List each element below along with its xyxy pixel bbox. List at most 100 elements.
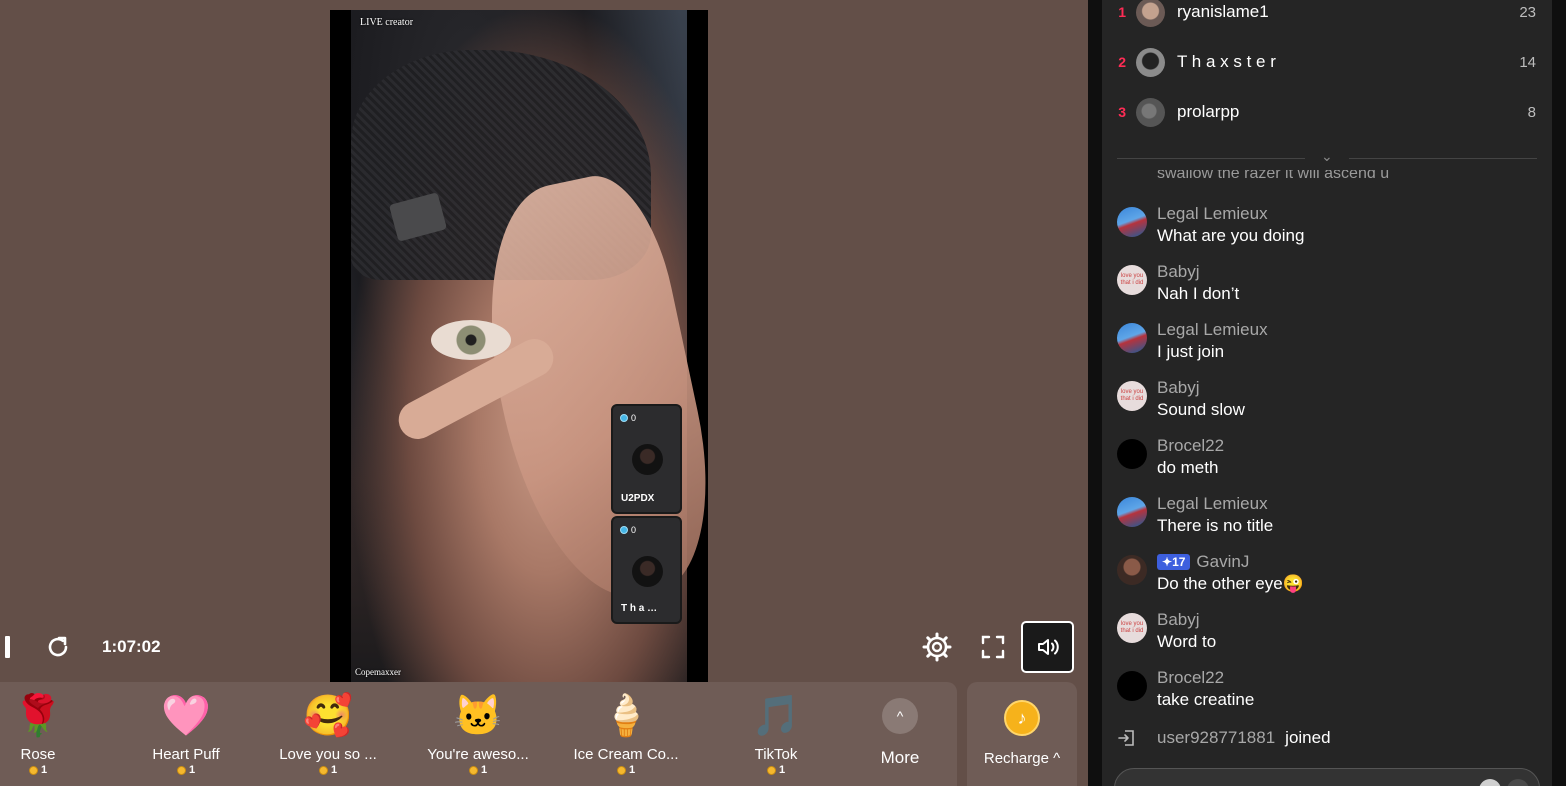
gift-rose[interactable]: 🌹 Rose 1 <box>0 690 103 776</box>
leaderboard-row[interactable]: 1 ryanislame1 23 <box>1102 0 1552 30</box>
chat-username-text: GavinJ <box>1196 552 1250 571</box>
avatar[interactable]: love you that i did <box>1117 265 1147 295</box>
gift-name: Heart Puff <box>152 746 220 763</box>
rank-username: prolarpp <box>1177 102 1240 121</box>
rank-number: 1 <box>1118 4 1126 20</box>
love-you-gift-icon: 🥰 <box>303 694 353 738</box>
gift-price: 1 <box>121 764 251 776</box>
coin-icon <box>616 765 626 775</box>
gift-price-value: 1 <box>188 764 196 776</box>
emoji-icon[interactable] <box>1479 779 1501 786</box>
guest-name: U2PDX <box>621 493 655 504</box>
more-label: More <box>880 748 920 767</box>
rank-score: 8 <box>1527 103 1536 121</box>
live-video[interactable]: LIVE creator Copemaxxer 0 U2PDX 0 T h a … <box>330 10 708 682</box>
chat-message-text: What are you doing <box>1157 226 1305 245</box>
leaderboard-divider: ⌄ <box>1117 148 1537 168</box>
avatar <box>1136 97 1165 127</box>
gift-price-value: 1 <box>480 764 488 776</box>
chat-message: love you that i did Babyj Nah I don’t <box>1117 262 1537 308</box>
comment-input[interactable] <box>1114 768 1540 786</box>
guest-score: 0 <box>620 413 636 423</box>
rank-number: 2 <box>1118 54 1126 70</box>
more-gifts-button[interactable]: ^ More <box>860 698 940 768</box>
chat-username[interactable]: Brocel22 <box>1157 436 1224 456</box>
chat-username[interactable]: Babyj <box>1157 610 1200 630</box>
gift-price-value: 1 <box>330 764 338 776</box>
send-icon[interactable] <box>1507 779 1529 786</box>
avatar[interactable] <box>1117 323 1147 353</box>
tiktok-coin-icon: ♪ <box>1004 700 1040 736</box>
gift-name: Ice Cream Co... <box>573 746 679 763</box>
join-label: joined <box>1285 728 1331 747</box>
chat-message: Legal Lemieux There is no title <box>1117 494 1537 540</box>
gift-price: 1 <box>0 764 103 776</box>
guest-score: 0 <box>620 525 636 535</box>
avatar[interactable] <box>1117 671 1147 701</box>
rose-gift-icon: 🌹 <box>13 694 63 738</box>
avatar[interactable]: love you that i did <box>1117 381 1147 411</box>
avatar <box>1136 47 1165 77</box>
chat-panel: 1 ryanislame1 23 2 T h a x s t e r 14 3 … <box>1102 0 1552 786</box>
stage: LIVE creator Copemaxxer 0 U2PDX 0 T h a … <box>0 0 1088 786</box>
chat-username[interactable]: Babyj <box>1157 262 1200 282</box>
double-chevron-down-icon[interactable]: ⌄ <box>1321 148 1333 165</box>
rank-number: 3 <box>1118 104 1126 120</box>
leaderboard-row[interactable]: 3 prolarpp 8 <box>1102 94 1552 130</box>
guest-avatar <box>632 556 663 587</box>
diamond-icon <box>620 414 628 422</box>
refresh-icon[interactable] <box>45 634 71 660</box>
chat-username[interactable]: Brocel22 <box>1157 668 1224 688</box>
chat-message: Legal Lemieux I just join <box>1117 320 1537 366</box>
chat-username[interactable]: Babyj <box>1157 378 1200 398</box>
coin-icon <box>318 765 328 775</box>
chat-username-text: Brocel22 <box>1157 436 1225 455</box>
leaderboard-row[interactable]: 2 T h a x s t e r 14 <box>1102 44 1552 80</box>
chat-username[interactable]: Legal Lemieux <box>1157 494 1268 514</box>
chat-message: Brocel22 do meth <box>1117 436 1537 482</box>
guest-name: T h a … <box>621 603 658 614</box>
fullscreen-icon[interactable] <box>979 633 1007 661</box>
gift-price: 1 <box>561 764 691 776</box>
avatar[interactable] <box>1117 207 1147 237</box>
chat-username[interactable]: ✦17 GavinJ <box>1157 552 1249 572</box>
chat-message-text: Word to <box>1157 632 1217 651</box>
chat-message-text: Do the other eye😜 <box>1157 574 1304 593</box>
gift-ice-cream[interactable]: 🍦 Ice Cream Co... 1 <box>561 690 691 776</box>
guest-card[interactable]: 0 T h a … <box>611 516 682 624</box>
gift-heart-puff[interactable]: 🩷 Heart Puff 1 <box>121 690 251 776</box>
speaker-icon <box>1037 639 1059 655</box>
avatar[interactable] <box>1117 497 1147 527</box>
gift-price: 1 <box>263 764 393 776</box>
sidebar: 1 ryanislame1 23 2 T h a x s t e r 14 3 … <box>1088 0 1566 786</box>
chat-username[interactable]: Legal Lemieux <box>1157 320 1268 340</box>
join-notice: user928771881 joined <box>1117 726 1537 750</box>
chat-username-text: Brocel22 <box>1157 668 1225 687</box>
chat-message-text: swallow the razer it will ascend u <box>1157 170 1390 182</box>
volume-button[interactable] <box>1021 621 1074 673</box>
coin-icon <box>468 765 478 775</box>
avatar[interactable] <box>1117 439 1147 469</box>
rank-score: 14 <box>1519 53 1536 71</box>
fan-level-badge: ✦17 <box>1157 554 1191 570</box>
pause-icon[interactable] <box>5 636 10 658</box>
rank-username: T h a x s t e r <box>1177 52 1276 71</box>
chat-username-text: Legal Lemieux <box>1157 320 1268 339</box>
chat-username-text: Babyj <box>1157 262 1200 281</box>
recharge-button[interactable]: ♪ Recharge ^ <box>967 682 1077 786</box>
guest-card[interactable]: 0 U2PDX <box>611 404 682 514</box>
watermark-bottom: Copemaxxer <box>355 667 401 677</box>
chat-message-text: Nah I don’t <box>1157 284 1240 303</box>
gift-tiktok[interactable]: 🎵 TikTok 1 <box>711 690 841 776</box>
chat-username-text: Babyj <box>1157 610 1200 629</box>
gift-youre-awesome[interactable]: 🐱 You're aweso... 1 <box>413 690 543 776</box>
fan-level-value: 17 <box>1172 555 1186 569</box>
join-username[interactable]: user928771881 <box>1157 728 1275 748</box>
avatar[interactable]: love you that i did <box>1117 613 1147 643</box>
avatar[interactable] <box>1117 555 1147 585</box>
gift-love-you[interactable]: 🥰 Love you so ... 1 <box>263 690 393 776</box>
gift-price: 1 <box>711 764 841 776</box>
settings-gear-icon[interactable] <box>922 632 952 662</box>
gift-name: Rose <box>20 746 56 763</box>
chat-username[interactable]: Legal Lemieux <box>1157 204 1268 224</box>
